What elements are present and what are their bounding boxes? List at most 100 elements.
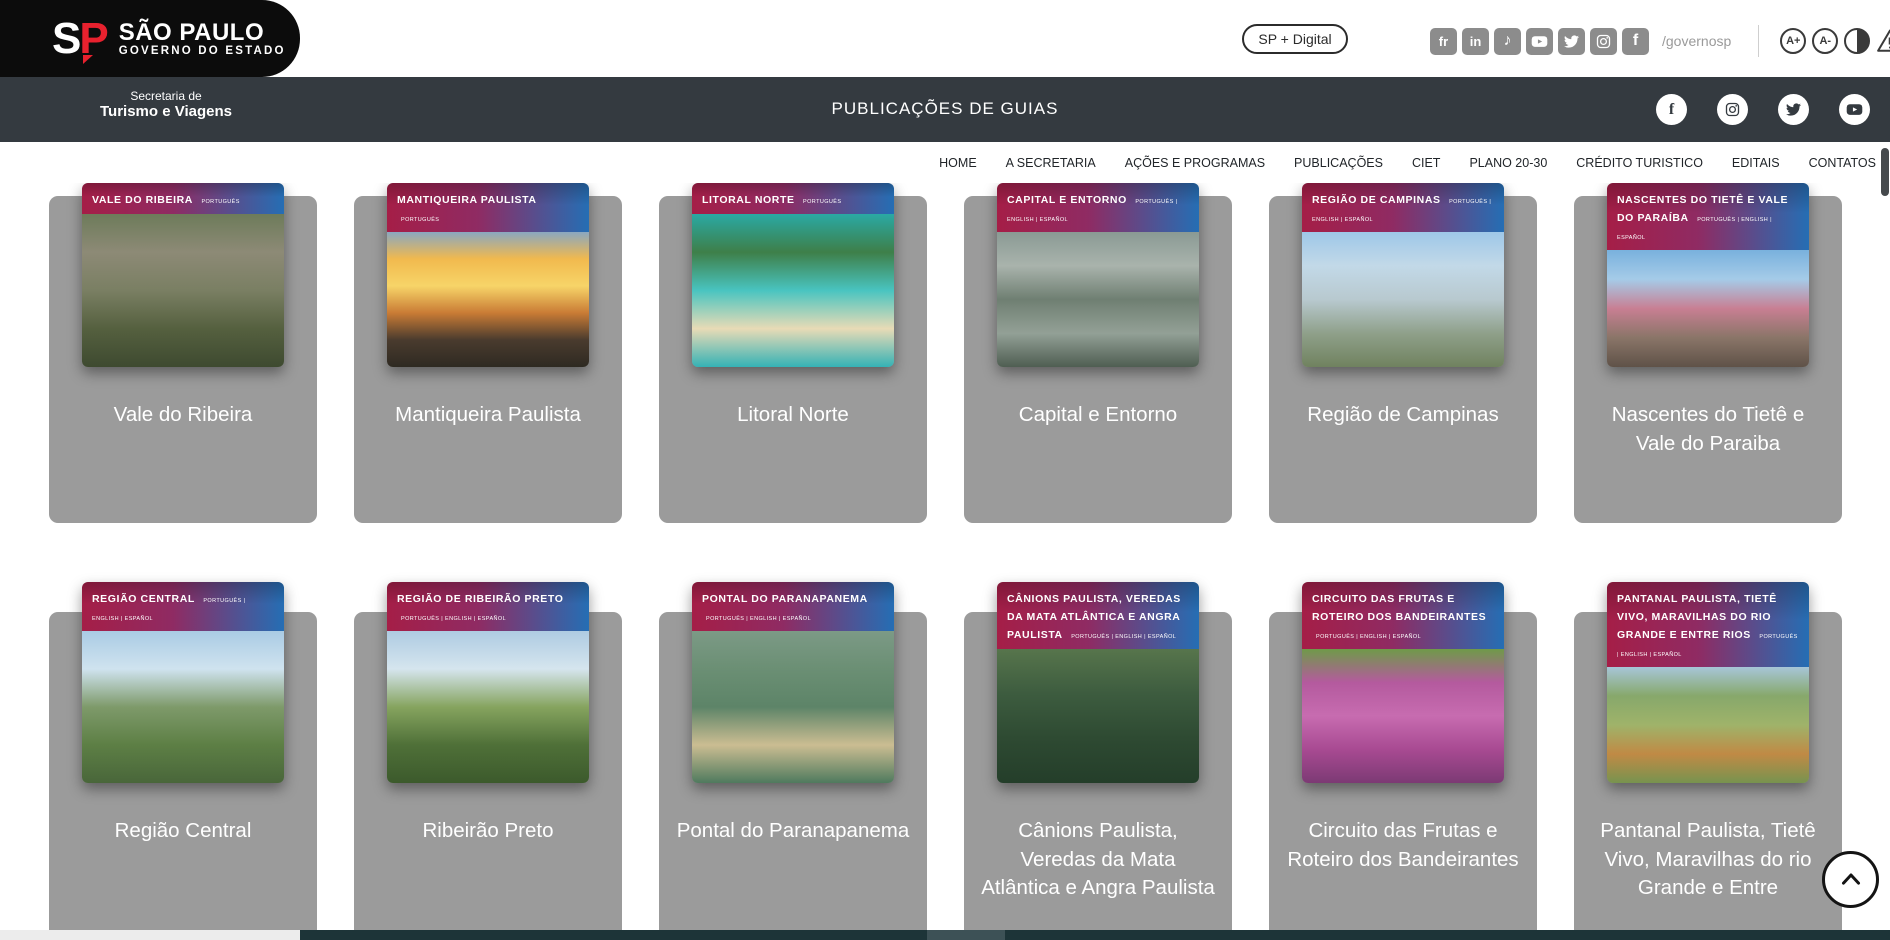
guide-cover-languages: PORTUGUÊS | ENGLISH | ESPAÑOL <box>1316 634 1421 640</box>
guide-cover-header: CIRCUITO DAS FRUTAS E ROTEIRO DOS BANDEI… <box>1302 582 1504 649</box>
guide-title: Pontal do Paranapanema <box>659 817 927 846</box>
youtube-icon[interactable] <box>1839 94 1870 125</box>
top-social-row: frin♪f /governosp A+ A- <box>1430 25 1890 57</box>
sp-logo-p-tail <box>83 55 93 64</box>
menu-item-home[interactable]: HOME <box>939 156 977 170</box>
accessibility-controls: A+ A- <box>1780 27 1890 55</box>
guide-cover-languages: PORTUGUÊS | ENGLISH | ESPAÑOL <box>401 616 506 622</box>
guide-cover-title: PANTANAL PAULISTA, TIETÊ VIVO, MARAVILHA… <box>1617 593 1777 641</box>
footer-strip <box>0 930 1890 940</box>
twitter-icon[interactable] <box>1558 28 1585 55</box>
sao-paulo-government-logo[interactable]: S P SÃO PAULO GOVERNO DO ESTADO <box>0 0 300 77</box>
sp-digital-button[interactable]: SP + Digital <box>1242 24 1348 54</box>
guide-cover-title: LITORAL NORTE <box>702 194 795 206</box>
menu-item-ciet[interactable]: CIET <box>1412 156 1440 170</box>
guide-card[interactable]: CAPITAL E ENTORNO PORTUGUÊS | ENGLISH | … <box>964 196 1232 523</box>
menu-item-a-es-e-programas[interactable]: AÇÕES E PROGRAMAS <box>1125 156 1265 170</box>
guide-card[interactable]: CIRCUITO DAS FRUTAS E ROTEIRO DOS BANDEI… <box>1269 612 1537 940</box>
logo-subtitle: GOVERNO DO ESTADO <box>119 45 286 57</box>
sp-logo-s: S <box>52 19 79 59</box>
guide-card[interactable]: LITORAL NORTE PORTUGUÊS Litoral Norte <box>659 196 927 523</box>
guide-cover-title: VALE DO RIBEIRA <box>92 194 193 206</box>
navbar-social-row: f <box>1656 94 1870 125</box>
guide-cover-photo <box>692 631 894 783</box>
chevron-up-icon <box>1836 865 1866 895</box>
guide-card[interactable]: MANTIQUEIRA PAULISTA PORTUGUÊS Mantiquei… <box>354 196 622 523</box>
guide-cover: NASCENTES DO TIETÊ E VALE DO PARAÍBA POR… <box>1607 183 1809 367</box>
guide-cover-photo <box>82 631 284 783</box>
guide-cover-photo <box>997 232 1199 367</box>
instagram-icon[interactable] <box>1717 94 1748 125</box>
guide-cover-photo <box>692 214 894 367</box>
guides-row-2: REGIÃO CENTRAL PORTUGUÊS | ENGLISH | ESP… <box>49 612 1842 940</box>
footer-strip-segment <box>927 930 1005 940</box>
guide-title: Circuito das Frutas e Roteiro dos Bandei… <box>1269 817 1537 874</box>
font-increase-button[interactable]: A+ <box>1780 28 1806 54</box>
guide-cover: PONTAL DO PARANAPANEMA PORTUGUÊS | ENGLI… <box>692 582 894 783</box>
facebook-icon[interactable]: f <box>1622 28 1649 55</box>
guide-cover-photo <box>1302 232 1504 367</box>
divider <box>1758 25 1759 57</box>
guide-card[interactable]: NASCENTES DO TIETÊ E VALE DO PARAÍBA POR… <box>1574 196 1842 523</box>
guide-cover-title: MANTIQUEIRA PAULISTA <box>397 194 537 206</box>
guide-card[interactable]: REGIÃO DE RIBEIRÃO PRETO PORTUGUÊS | ENG… <box>354 612 622 940</box>
scroll-to-top-button[interactable] <box>1822 851 1879 908</box>
guide-cover: CÂNIONS PAULISTA, VEREDAS DA MATA ATLÂNT… <box>997 582 1199 783</box>
guide-card[interactable]: PONTAL DO PARANAPANEMA PORTUGUÊS | ENGLI… <box>659 612 927 940</box>
scrollbar-thumb[interactable] <box>1881 148 1889 196</box>
menu-item-publica-es[interactable]: PUBLICAÇÕES <box>1294 156 1383 170</box>
guide-title: Nascentes do Tietê e Vale do Paraiba <box>1574 401 1842 458</box>
guide-title: Capital e Entorno <box>964 401 1232 430</box>
linkedin-icon[interactable]: in <box>1462 28 1489 55</box>
guide-title: Litoral Norte <box>659 401 927 430</box>
guide-cover-header: REGIÃO DE CAMPINAS PORTUGUÊS | ENGLISH |… <box>1302 183 1504 232</box>
guide-title: Pantanal Paulista, Tietê Vivo, Maravilha… <box>1574 817 1842 903</box>
menu-item-plano-20-30[interactable]: PLANO 20-30 <box>1469 156 1547 170</box>
logo-name: SÃO PAULO <box>119 20 286 45</box>
guide-card[interactable]: REGIÃO CENTRAL PORTUGUÊS | ENGLISH | ESP… <box>49 612 317 940</box>
guide-cover: CIRCUITO DAS FRUTAS E ROTEIRO DOS BANDEI… <box>1302 582 1504 783</box>
twitter-icon[interactable] <box>1778 94 1809 125</box>
warning-icon[interactable] <box>1876 27 1890 55</box>
facebook-icon[interactable]: f <box>1656 94 1687 125</box>
guide-cover-header: REGIÃO DE RIBEIRÃO PRETO PORTUGUÊS | ENG… <box>387 582 589 631</box>
guide-card[interactable]: REGIÃO DE CAMPINAS PORTUGUÊS | ENGLISH |… <box>1269 196 1537 523</box>
guide-card[interactable]: VALE DO RIBEIRA PORTUGUÊS Vale do Ribeir… <box>49 196 317 523</box>
guide-cover-title: CIRCUITO DAS FRUTAS E ROTEIRO DOS BANDEI… <box>1312 593 1486 623</box>
guide-cover-title: PONTAL DO PARANAPANEMA <box>702 593 868 605</box>
guide-title: Ribeirão Preto <box>354 817 622 846</box>
guides-row-1: VALE DO RIBEIRA PORTUGUÊS Vale do Ribeir… <box>49 196 1842 523</box>
guide-cover: PANTANAL PAULISTA, TIETÊ VIVO, MARAVILHA… <box>1607 582 1809 783</box>
contrast-toggle-icon[interactable] <box>1844 28 1870 54</box>
guide-cover-photo <box>387 631 589 783</box>
guide-cover-title: REGIÃO DE CAMPINAS <box>1312 194 1441 206</box>
menu-item-editais[interactable]: EDITAIS <box>1732 156 1780 170</box>
tiktok-icon[interactable]: ♪ <box>1494 28 1521 55</box>
menu-item-a-secretaria[interactable]: A SECRETARIA <box>1006 156 1096 170</box>
guide-cover: REGIÃO DE CAMPINAS PORTUGUÊS | ENGLISH |… <box>1302 183 1504 367</box>
footer-strip-light <box>0 930 300 940</box>
font-decrease-button[interactable]: A- <box>1812 28 1838 54</box>
instagram-icon[interactable] <box>1590 28 1617 55</box>
youtube-icon[interactable] <box>1526 28 1553 55</box>
guide-cover-header: VALE DO RIBEIRA PORTUGUÊS <box>82 183 284 214</box>
guide-title: Cânions Paulista, Veredas da Mata Atlânt… <box>964 817 1232 903</box>
main-menu: HOME A SECRETARIA AÇÕES E PROGRAMAS PUBLICA… <box>0 142 1890 183</box>
guide-card[interactable]: CÂNIONS PAULISTA, VEREDAS DA MATA ATLÂNT… <box>964 612 1232 940</box>
guide-cover: REGIÃO DE RIBEIRÃO PRETO PORTUGUÊS | ENG… <box>387 582 589 783</box>
guide-cover-title: REGIÃO DE RIBEIRÃO PRETO <box>397 593 563 605</box>
sp-logo-icon: S P <box>52 19 109 59</box>
menu-item-contatos[interactable]: CONTATOS <box>1809 156 1876 170</box>
guide-cover-photo <box>387 232 589 367</box>
guide-cover-header: NASCENTES DO TIETÊ E VALE DO PARAÍBA POR… <box>1607 183 1809 250</box>
guide-card[interactable]: PANTANAL PAULISTA, TIETÊ VIVO, MARAVILHA… <box>1574 612 1842 940</box>
guide-cover-photo <box>997 649 1199 783</box>
guide-title: Região de Campinas <box>1269 401 1537 430</box>
guide-cover: REGIÃO CENTRAL PORTUGUÊS | ENGLISH | ESP… <box>82 582 284 783</box>
guide-title: Região Central <box>49 817 317 846</box>
flickr-icon[interactable]: fr <box>1430 28 1457 55</box>
guide-cover-languages: PORTUGUÊS <box>201 199 239 205</box>
guide-cover-header: PANTANAL PAULISTA, TIETÊ VIVO, MARAVILHA… <box>1607 582 1809 667</box>
menu-item-cr-dito-turistico[interactable]: CRÉDITO TURISTICO <box>1576 156 1703 170</box>
guide-cover-languages: PORTUGUÊS <box>803 199 841 205</box>
